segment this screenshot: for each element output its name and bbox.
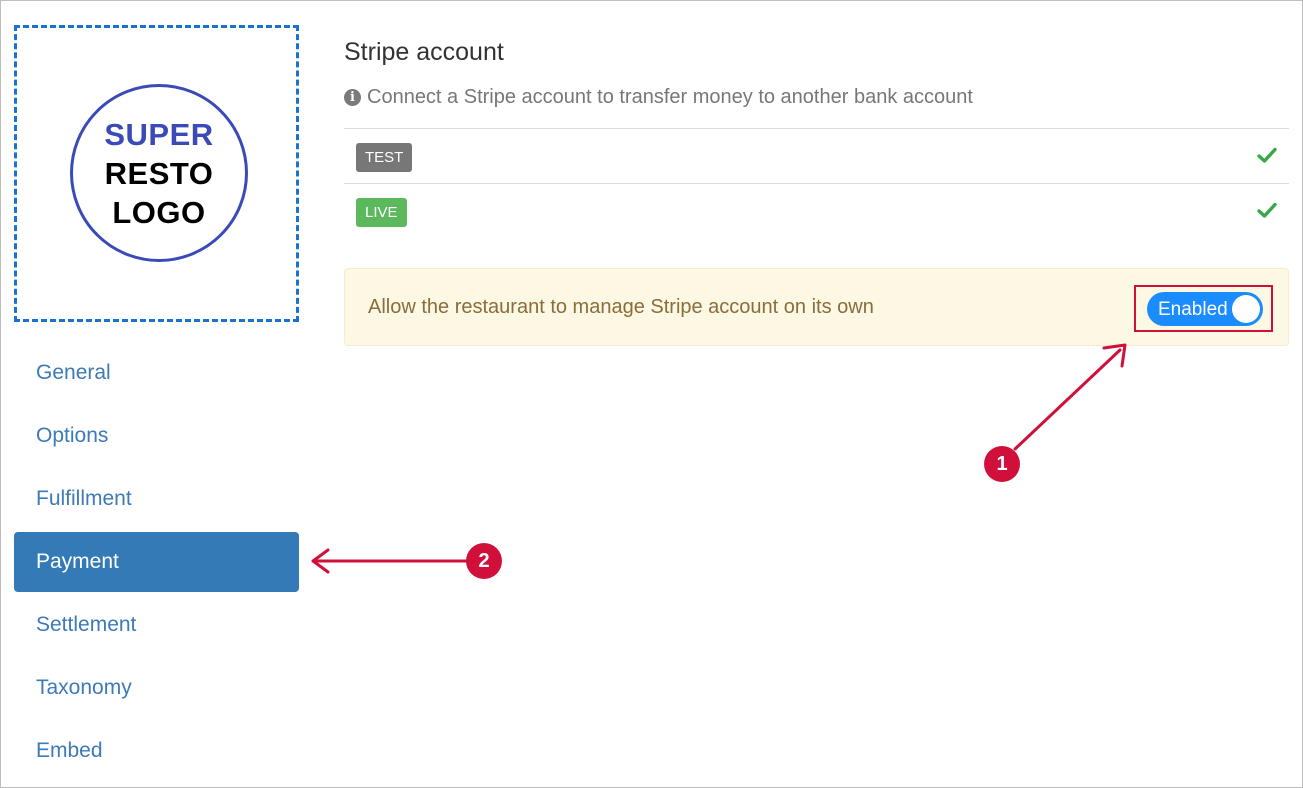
nav-item-embed[interactable]: Embed bbox=[14, 721, 299, 781]
toggle-label: Enabled bbox=[1158, 299, 1228, 320]
self-manage-alert: Allow the restaurant to manage Stripe ac… bbox=[344, 268, 1289, 346]
test-badge: TEST bbox=[356, 143, 413, 172]
restaurant-logo: SUPER RESTO LOGO bbox=[70, 84, 248, 262]
nav-item-fulfillment[interactable]: Fulfillment bbox=[14, 469, 299, 529]
nav-item-settlement[interactable]: Settlement bbox=[14, 595, 299, 655]
logo-line-2: RESTO bbox=[104, 155, 214, 191]
logo-line-1: SUPER bbox=[104, 116, 214, 152]
check-icon bbox=[1257, 147, 1277, 163]
nav-item-taxonomy[interactable]: Taxonomy bbox=[14, 658, 299, 718]
account-row-live: LIVE bbox=[344, 183, 1289, 238]
subtitle-text: Connect a Stripe account to transfer mon… bbox=[367, 86, 973, 108]
nav-item-payment[interactable]: Payment bbox=[14, 532, 299, 592]
check-icon bbox=[1257, 202, 1277, 218]
toggle-highlight-box: Enabled bbox=[1134, 285, 1273, 332]
callout-2: 2 bbox=[466, 543, 502, 579]
self-manage-toggle[interactable]: Enabled bbox=[1147, 292, 1263, 326]
account-row-test: TEST bbox=[344, 128, 1289, 183]
callout-1: 1 bbox=[984, 446, 1020, 482]
settings-nav: General Options Fulfillment Payment Sett… bbox=[14, 343, 299, 784]
nav-item-options[interactable]: Options bbox=[14, 406, 299, 466]
self-manage-text: Allow the restaurant to manage Stripe ac… bbox=[368, 296, 874, 318]
nav-item-general[interactable]: General bbox=[14, 343, 299, 403]
toggle-knob bbox=[1232, 295, 1260, 323]
live-badge: LIVE bbox=[356, 198, 407, 227]
logo-upload-area[interactable]: SUPER RESTO LOGO bbox=[14, 25, 299, 322]
page-subtitle: i Connect a Stripe account to transfer m… bbox=[344, 86, 973, 109]
page-title: Stripe account bbox=[344, 38, 504, 66]
info-icon: i bbox=[344, 89, 361, 106]
logo-line-3: LOGO bbox=[112, 194, 206, 230]
